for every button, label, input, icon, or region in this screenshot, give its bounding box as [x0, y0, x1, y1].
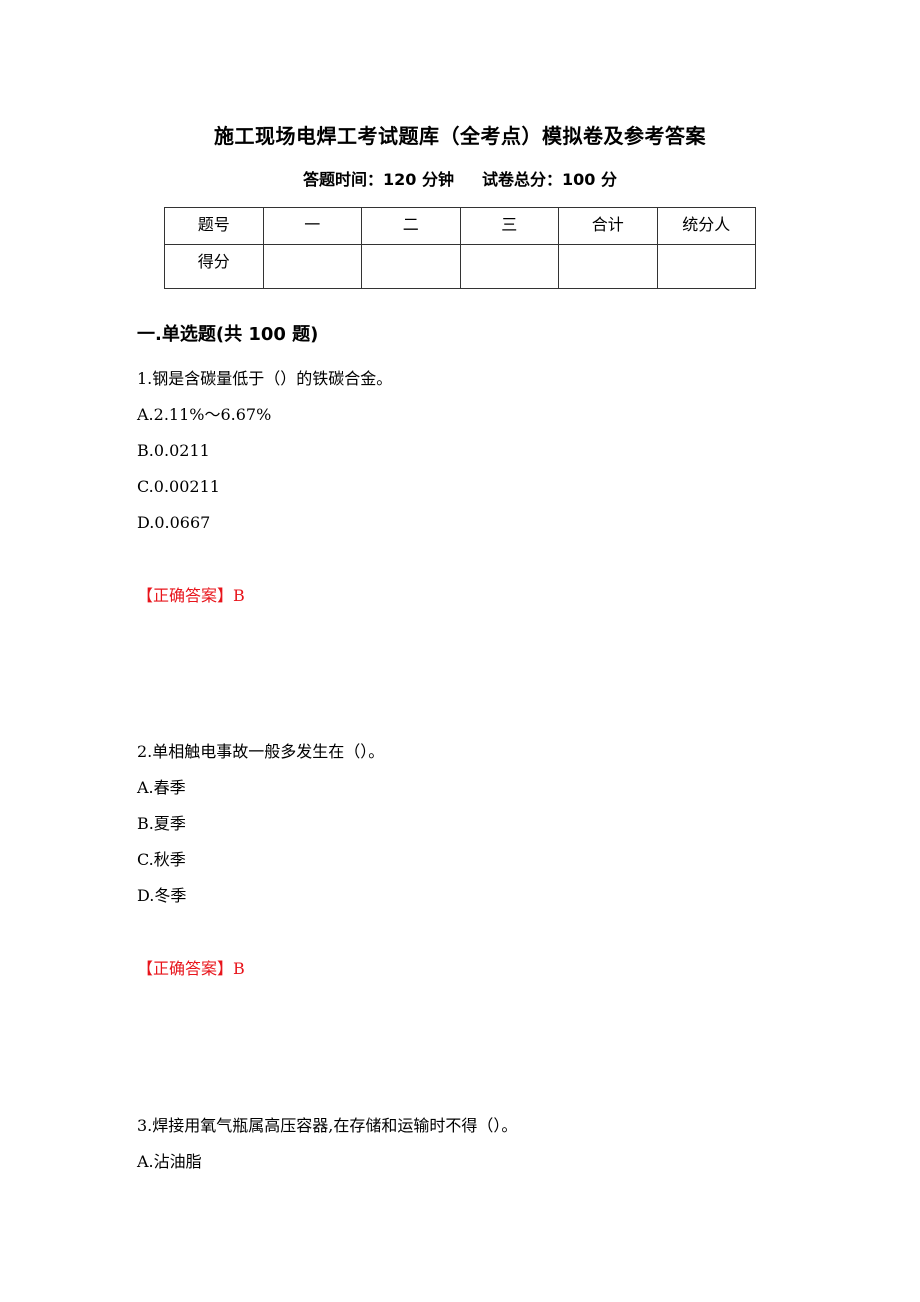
question-option: A.2.11%～6.67%	[137, 405, 272, 424]
total-score: 试卷总分：100 分	[482, 170, 617, 189]
question-option: D.冬季	[137, 886, 187, 905]
score-table-score-row: 得分	[164, 244, 756, 289]
score-table-cell	[558, 244, 658, 289]
correct-answer: 【正确答案】B	[137, 586, 245, 605]
question-option: B.0.0211	[137, 441, 210, 460]
score-table-cell: 统分人	[656, 207, 756, 245]
score-table-cell: 题号	[164, 207, 264, 245]
score-table-cell	[262, 244, 362, 289]
question-stem: 2.单相触电事故一般多发生在（）。	[137, 742, 385, 761]
question-option: C.0.00211	[137, 477, 220, 496]
exam-meta: 答题时间：120 分钟 试卷总分：100 分	[0, 166, 920, 194]
question-option: A.沾油脂	[137, 1152, 202, 1171]
score-table-cell: 得分	[164, 244, 264, 289]
question-option: A.春季	[137, 778, 186, 797]
score-table-header-row: 题号 一 二 三 合计 统分人	[164, 207, 756, 245]
score-table-cell: 合计	[558, 207, 658, 245]
document-title: 施工现场电焊工考试题库（全考点）模拟卷及参考答案	[214, 124, 706, 148]
score-table-cell	[361, 244, 461, 289]
question-stem: 3.焊接用氧气瓶属高压容器,在存储和运输时不得（）。	[137, 1116, 518, 1135]
question-option: B.夏季	[137, 814, 186, 833]
question-option: D.0.0667	[137, 513, 211, 532]
score-table-cell	[656, 244, 756, 289]
score-table-cell: 三	[459, 207, 559, 245]
score-table-cell: 二	[361, 207, 461, 245]
correct-answer: 【正确答案】B	[137, 959, 245, 978]
exam-time: 答题时间：120 分钟	[303, 170, 454, 189]
score-table: 题号 一 二 三 合计 统分人 得分	[164, 207, 756, 289]
question-option: C.秋季	[137, 850, 186, 869]
section-title: 一.单选题(共 100 题)	[137, 324, 319, 345]
score-table-cell	[459, 244, 559, 289]
score-table-cell: 一	[262, 207, 362, 245]
question-stem: 1.钢是含碳量低于（）的铁碳合金。	[137, 369, 393, 388]
